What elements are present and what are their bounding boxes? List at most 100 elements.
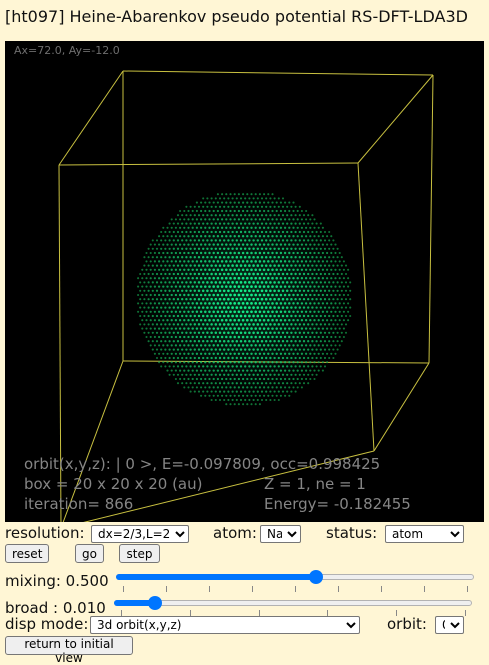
orbital-point	[216, 285, 220, 288]
orbital-point	[204, 352, 207, 355]
orbital-point	[233, 226, 236, 229]
orbital-point	[231, 373, 234, 376]
orbital-point	[227, 398, 230, 402]
orbital-point	[319, 230, 322, 234]
orbital-point	[288, 310, 291, 314]
orbital-point	[298, 281, 302, 284]
slider-tick	[467, 586, 468, 592]
orbital-point	[231, 272, 234, 276]
disp-mode-select[interactable]: 3d orbit(x,y,z)	[90, 616, 360, 634]
orbital-point	[260, 247, 264, 251]
orbital-point	[168, 306, 171, 309]
orbital-point	[313, 319, 316, 322]
step-button[interactable]: step	[119, 544, 160, 563]
orbital-point	[269, 214, 272, 217]
orbital-point	[250, 201, 253, 204]
orbital-point	[174, 352, 178, 355]
orbital-point	[342, 268, 345, 271]
mixing-slider[interactable]	[116, 569, 474, 585]
orbital-point	[214, 314, 218, 318]
broad-slider[interactable]	[114, 595, 472, 611]
broad-slider-thumb[interactable]	[148, 596, 162, 610]
go-button[interactable]: go	[75, 544, 104, 563]
orbital-point	[283, 285, 287, 288]
orbital-point	[300, 218, 303, 221]
orbital-point	[307, 256, 310, 259]
orbital-point	[304, 277, 308, 280]
orbital-point	[294, 222, 297, 225]
orbital-point	[220, 251, 224, 255]
orbital-point	[321, 293, 325, 297]
orbital-point	[170, 260, 173, 263]
orbital-point	[309, 302, 312, 305]
reset-button[interactable]: reset	[5, 544, 49, 563]
orbital-point	[145, 260, 148, 263]
orbital-point	[315, 289, 318, 292]
orbital-scene[interactable]	[5, 41, 484, 522]
orbital-point	[254, 327, 257, 330]
orbital-point	[195, 361, 199, 364]
orbital-point	[212, 260, 215, 263]
orbital-point	[332, 272, 335, 276]
orbital-point	[239, 281, 243, 284]
orbital-point	[338, 310, 341, 313]
orbital-point	[155, 272, 159, 276]
orbital-point	[292, 335, 295, 339]
orbital-point	[271, 327, 274, 330]
iteration-info: iteration= 866	[24, 495, 134, 513]
orbital-point	[155, 306, 159, 309]
orbital-point	[267, 386, 270, 389]
orbital-point	[223, 382, 226, 385]
orbital-point	[204, 335, 207, 339]
orbital-point	[298, 382, 301, 385]
orbital-point	[168, 264, 171, 267]
orbital-point	[275, 318, 278, 322]
orbital-point	[277, 356, 280, 360]
orbital-point	[222, 264, 226, 267]
orbital-point	[277, 255, 281, 259]
orbital-point	[239, 222, 243, 225]
orbital-point	[212, 352, 215, 355]
orbital-point	[269, 297, 272, 301]
orbital-point	[290, 205, 293, 208]
slider-tick	[338, 586, 339, 592]
3d-viewport[interactable]: Ax=72.0, Ay=-12.0 orbit(x,y,z): | 0 >, E…	[5, 41, 484, 522]
orbital-point	[296, 318, 299, 322]
orbital-point	[212, 318, 215, 322]
orbital-point	[243, 306, 247, 309]
orbital-point	[164, 264, 167, 267]
resolution-select[interactable]: dx=2/3,L=20	[91, 525, 189, 543]
orbital-point	[229, 302, 232, 305]
orbital-point	[197, 382, 201, 385]
status-select[interactable]: atom	[385, 525, 464, 543]
orbital-point	[172, 264, 175, 267]
orbital-point	[155, 256, 159, 259]
orbital-point	[275, 226, 278, 229]
orbital-point	[338, 335, 341, 339]
orbital-point	[347, 285, 350, 288]
orbital-point	[296, 218, 299, 221]
orbital-point	[292, 318, 295, 322]
orbital-point	[283, 226, 287, 229]
orbital-point	[292, 293, 295, 297]
orbital-point	[197, 348, 201, 351]
orbital-point	[330, 235, 333, 238]
orbital-point	[269, 331, 272, 335]
orbital-point	[277, 306, 281, 309]
orbital-point	[260, 289, 264, 293]
orbital-point	[275, 335, 278, 339]
orbital-point	[292, 327, 295, 330]
return-to-initial-view-button[interactable]: return to initial view	[5, 636, 133, 665]
orbital-point	[294, 272, 297, 276]
orbital-point	[202, 197, 205, 200]
orbital-point	[296, 361, 299, 364]
orbital-point	[218, 382, 222, 385]
atom-select[interactable]: Na	[260, 525, 301, 543]
orbital-point	[145, 319, 148, 322]
orbital-point	[325, 293, 329, 297]
mixing-slider-thumb[interactable]	[309, 570, 323, 584]
orbital-point	[185, 247, 188, 250]
orbital-point	[229, 386, 232, 389]
orbital-point	[149, 310, 152, 313]
orbit-select[interactable]: 0	[435, 616, 464, 634]
